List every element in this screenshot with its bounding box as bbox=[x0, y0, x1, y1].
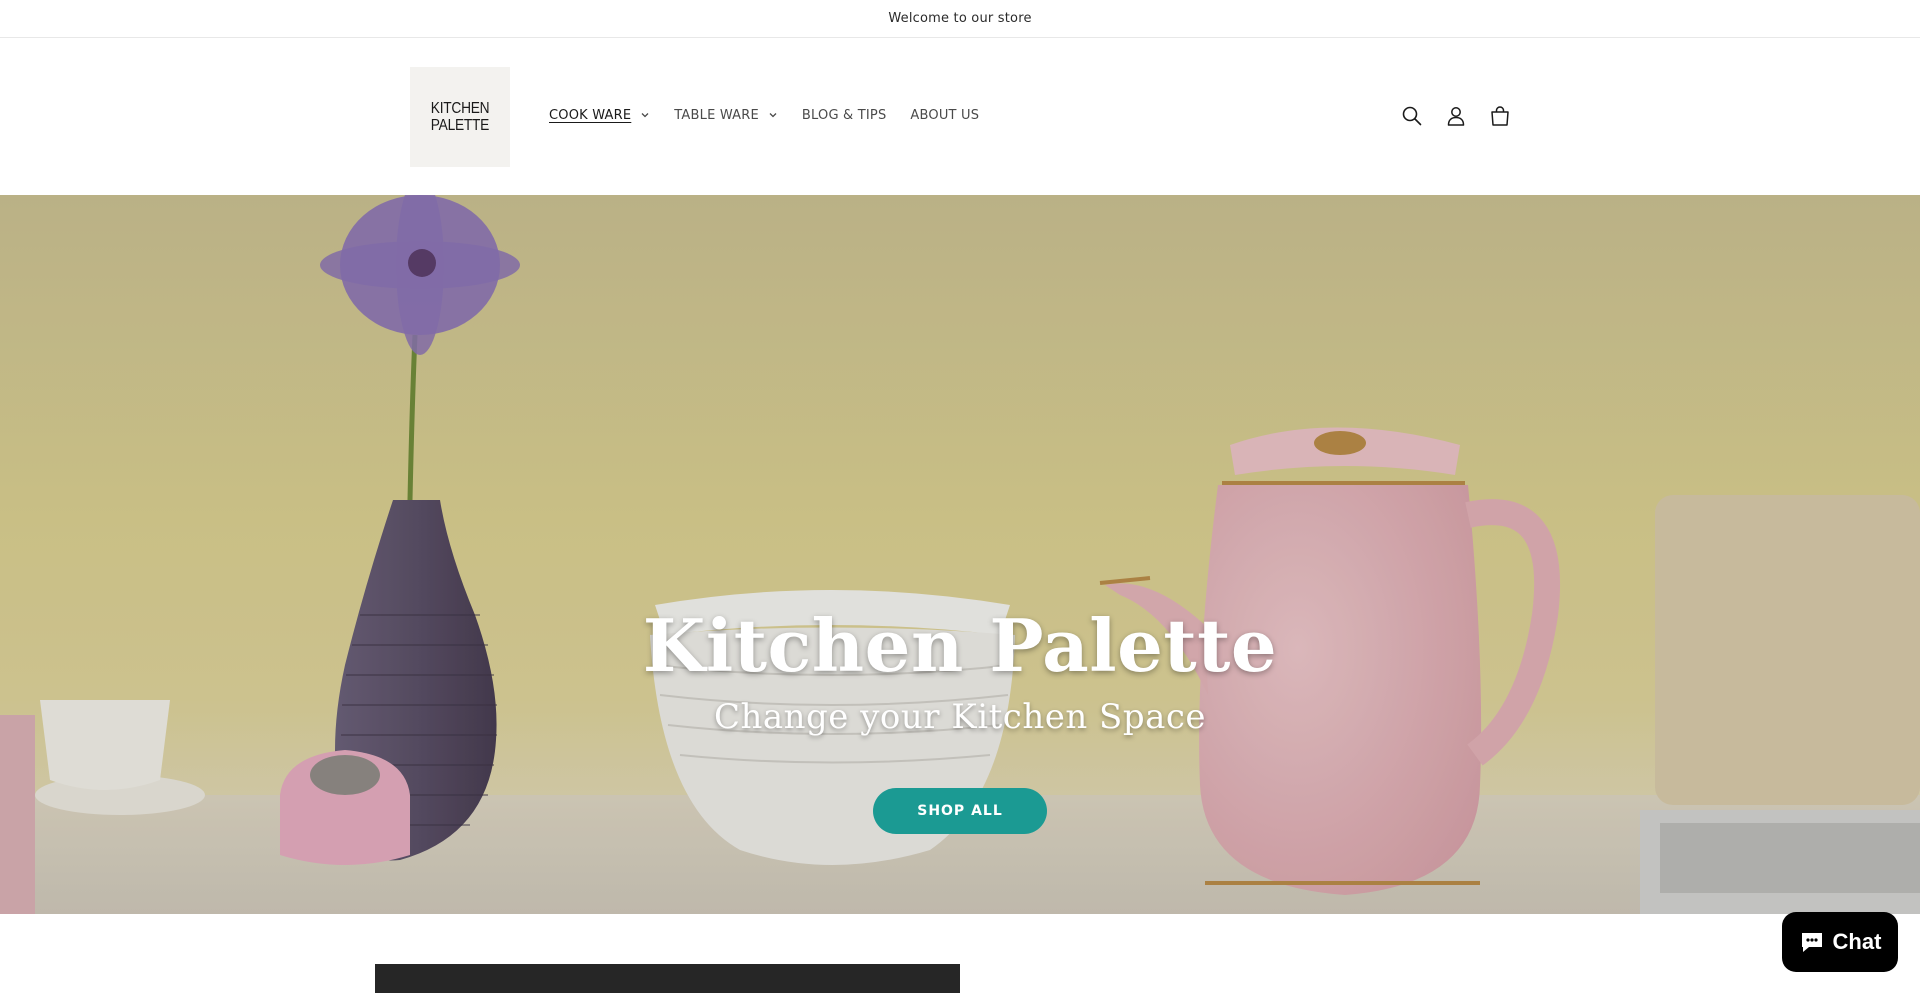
nav-item-cook-ware[interactable]: COOK WARE bbox=[549, 108, 650, 123]
chat-label: Chat bbox=[1832, 929, 1882, 954]
search-button[interactable] bbox=[1390, 104, 1434, 128]
logo-line-2: PALETTE bbox=[430, 117, 490, 134]
chat-button[interactable]: Chat bbox=[1782, 912, 1898, 972]
account-icon bbox=[1447, 107, 1465, 126]
hero-banner: Kitchen Palette Change your Kitchen Spac… bbox=[0, 195, 1920, 914]
announcement-text: Welcome to our store bbox=[888, 11, 1032, 26]
chevron-down-icon bbox=[769, 113, 777, 118]
nav-item-blog-tips[interactable]: BLOG & TIPS bbox=[802, 108, 886, 123]
nav-item-table-ware[interactable]: TABLE WARE bbox=[674, 108, 778, 123]
search-icon bbox=[1402, 106, 1422, 126]
logo-line-1: KITCHEN bbox=[430, 100, 490, 117]
announcement-bar: Welcome to our store bbox=[0, 0, 1920, 38]
hero-title: Kitchen Palette bbox=[642, 603, 1278, 688]
nav-item-about-us[interactable]: ABOUT US bbox=[910, 108, 979, 123]
chevron-down-icon bbox=[641, 113, 649, 118]
account-button[interactable] bbox=[1434, 104, 1478, 128]
nav-label: BLOG & TIPS bbox=[801, 107, 887, 123]
featured-media-block bbox=[375, 964, 960, 993]
main-nav: COOK WARE TABLE WARE BLOG & TIPS ABOUT U… bbox=[549, 104, 1003, 126]
site-header: KITCHEN PALETTE COOK WARE TABLE WARE BLO… bbox=[0, 38, 1920, 195]
nav-label: COOK WARE bbox=[549, 107, 632, 123]
nav-label: TABLE WARE bbox=[674, 107, 759, 123]
chat-bubble-icon bbox=[1801, 933, 1822, 952]
header-icons bbox=[1390, 104, 1522, 128]
nav-label: ABOUT US bbox=[910, 107, 980, 123]
cart-icon bbox=[1491, 106, 1509, 126]
shop-all-button[interactable]: SHOP ALL bbox=[873, 788, 1047, 834]
cart-button[interactable] bbox=[1478, 104, 1522, 128]
hero-subtitle: Change your Kitchen Space bbox=[713, 697, 1207, 737]
store-logo[interactable]: KITCHEN PALETTE bbox=[410, 67, 510, 167]
